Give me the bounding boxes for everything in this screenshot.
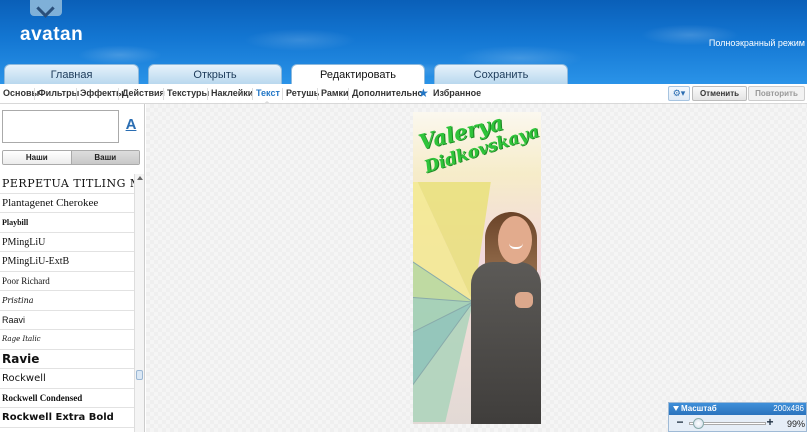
scroll-thumb[interactable] — [136, 370, 143, 380]
fullscreen-link[interactable]: Полноэкранный режим — [709, 38, 805, 48]
font-item[interactable]: Poor Richard — [0, 272, 134, 291]
zoom-header[interactable]: Масштаб 200x486 — [669, 403, 806, 415]
font-item[interactable]: Rockwell Extra Bold — [0, 408, 134, 428]
zoom-panel: Масштаб 200x486 − + 99% — [668, 402, 807, 432]
font-item[interactable]: Plantagenet Cherokee — [0, 194, 134, 213]
main-tabs: Главная Открыть Редактировать Сохранить — [0, 64, 807, 85]
portrait-hand — [515, 292, 533, 308]
zoom-in-button[interactable]: + — [764, 416, 776, 429]
redo-button[interactable]: Повторить — [748, 86, 805, 101]
tool-favorites[interactable]: Избранное — [430, 84, 484, 104]
zoom-value: 99% — [787, 419, 806, 429]
text-input[interactable] — [2, 110, 119, 143]
zoom-title: Масштаб — [681, 404, 717, 413]
tool-textures[interactable]: Текстуры — [164, 84, 212, 104]
overlay-text-line1[interactable]: Valerya — [416, 112, 506, 155]
font-item[interactable]: PMingLiU-ExtB — [0, 252, 134, 272]
font-item[interactable]: Raavi — [0, 311, 134, 330]
font-item[interactable]: Rockwell Condensed — [0, 389, 134, 408]
canvas-area: Valerya Didkovskaya — [146, 104, 807, 432]
font-list: PERPETUA TITLING MT Plantagenet Cherokee… — [0, 174, 134, 432]
tool-stickers[interactable]: Наклейки — [208, 84, 256, 104]
edit-toolbar: Основы Фильтры Эффекты Действия Текстуры… — [0, 84, 807, 105]
font-item[interactable]: Rage Italic — [0, 330, 134, 350]
edited-photo[interactable]: Valerya Didkovskaya — [413, 112, 541, 424]
font-item[interactable]: PERPETUA TITLING MT — [0, 174, 134, 194]
text-panel: A Наши Ваши PERPETUA TITLING MT Plantage… — [0, 104, 145, 432]
tool-actions[interactable]: Действия — [119, 84, 168, 104]
collapse-header-icon[interactable] — [30, 0, 62, 16]
tool-frames[interactable]: Рамки — [318, 84, 352, 104]
zoom-out-button[interactable]: − — [674, 416, 686, 429]
font-item[interactable]: Pristina — [0, 291, 134, 311]
scroll-up-arrow-icon[interactable] — [137, 176, 143, 180]
tab-open[interactable]: Открыть — [148, 64, 282, 84]
gear-icon: ⚙▾ — [672, 88, 686, 98]
tab-edit[interactable]: Редактировать — [291, 64, 425, 85]
zoom-slider-thumb[interactable] — [693, 418, 704, 429]
tab-home[interactable]: Главная — [4, 64, 139, 84]
font-list-scrollbar[interactable] — [134, 174, 144, 432]
collapse-arrow-icon[interactable] — [673, 406, 679, 411]
overlay-text-line2[interactable]: Didkovskaya — [422, 122, 541, 178]
font-item[interactable]: Playbill — [0, 213, 134, 233]
font-source-toggle: Наши Ваши — [2, 150, 140, 165]
font-source-ours[interactable]: Наши — [3, 151, 72, 164]
portrait-body — [471, 262, 541, 424]
font-item[interactable]: PMingLiU — [0, 233, 134, 252]
image-dimensions: 200x486 — [773, 404, 804, 413]
app-logo[interactable]: avatan — [20, 24, 83, 46]
font-item[interactable]: Rockwell — [0, 369, 134, 389]
font-source-yours[interactable]: Ваши — [71, 151, 139, 164]
text-style-button[interactable]: A — [124, 116, 138, 136]
tool-additional[interactable]: Дополнительно — [349, 84, 426, 104]
font-item[interactable]: Ravie — [0, 350, 134, 369]
settings-button[interactable]: ⚙▾ — [668, 86, 690, 101]
portrait-face — [498, 216, 532, 264]
star-icon: ★ — [418, 86, 429, 100]
undo-button[interactable]: Отменить — [692, 86, 747, 101]
tab-save[interactable]: Сохранить — [434, 64, 568, 84]
